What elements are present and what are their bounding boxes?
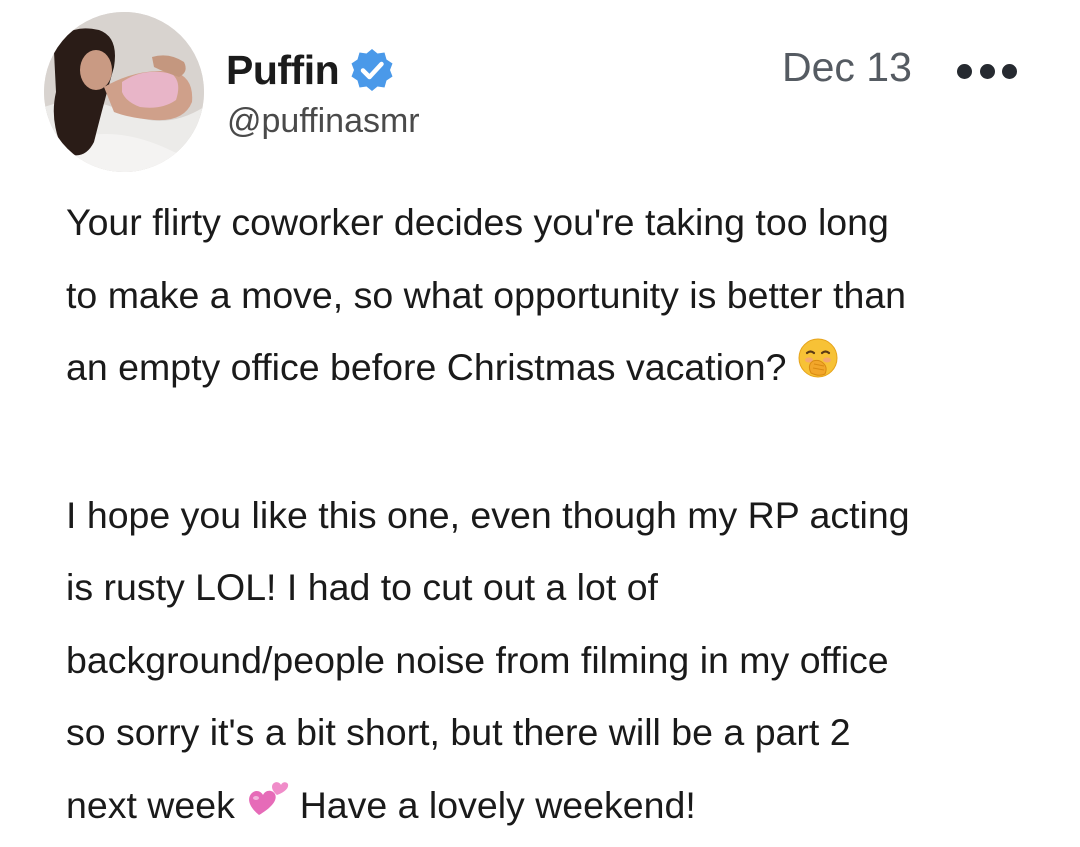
body-line-text: next week	[66, 783, 235, 826]
body-line: next week Have a lovely weekend!	[66, 769, 1056, 844]
body-line: background/people noise from filming in …	[66, 638, 889, 681]
body-line: an empty office before Christmas vacatio…	[66, 331, 1056, 406]
body-line: I hope you like this one, even though my…	[66, 493, 910, 536]
author-avatar[interactable]	[44, 12, 204, 172]
profile-photo	[44, 12, 204, 172]
body-line-text: an empty office before Christmas vacatio…	[66, 346, 787, 388]
more-dot	[957, 63, 972, 79]
body-line: so sorry it's a bit short, but there wil…	[66, 711, 851, 754]
more-dot	[1002, 63, 1017, 79]
body-line: Your flirty coworker decides you're taki…	[66, 201, 889, 243]
face-with-hand-over-mouth-icon	[797, 330, 839, 403]
display-name[interactable]: Puffin	[226, 47, 340, 94]
body-line: to make a move, so what opportunity is b…	[66, 273, 907, 316]
verified-badge-icon	[349, 47, 395, 93]
more-dot	[979, 63, 995, 79]
post-card: Puffin @puffinasmr Dec 13 Your flirty co…	[0, 0, 1080, 847]
body-line: is rusty LOL! I had to cut out a lot of	[66, 566, 658, 609]
display-name-row: Puffin	[226, 40, 395, 100]
two-hearts-icon	[245, 768, 289, 841]
post-date[interactable]: Dec 13	[782, 44, 912, 91]
body-line-text: Have a lovely weekend!	[299, 783, 696, 826]
author-handle[interactable]: @puffinasmr	[227, 102, 420, 141]
more-horizontal-icon[interactable]	[957, 60, 1017, 82]
post-body: Your flirty coworker decides you're taki…	[66, 186, 1056, 844]
